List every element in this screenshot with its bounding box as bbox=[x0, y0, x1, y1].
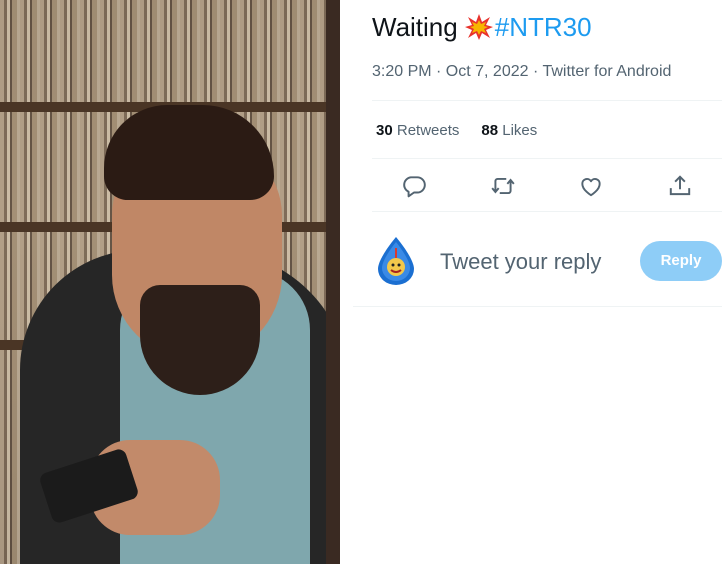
tweet-stats: 30 Retweets 88 Likes bbox=[376, 121, 537, 141]
likes-label: Likes bbox=[502, 122, 538, 139]
avatar-icon[interactable] bbox=[374, 236, 418, 286]
divider bbox=[372, 100, 722, 101]
share-icon[interactable] bbox=[667, 173, 693, 199]
tweet-detail-panel: Waiting #NTR30 3:20 PM · Oct 7, 2022 · Tw… bbox=[353, 0, 722, 564]
heart-icon[interactable] bbox=[578, 173, 604, 199]
retweets-label: Retweets bbox=[396, 122, 460, 139]
divider bbox=[353, 306, 722, 307]
collision-burst-icon bbox=[464, 13, 494, 41]
likes-stat[interactable]: 88 Likes bbox=[481, 122, 537, 139]
tweet-meta: 3:20 PM · Oct 7, 2022 · Twitter for Andr… bbox=[372, 63, 672, 80]
retweets-count: 30 bbox=[376, 122, 393, 139]
tweet-text-prefix: Waiting bbox=[372, 12, 458, 42]
tweet-text: Waiting #NTR30 bbox=[372, 11, 592, 43]
reply-icon[interactable] bbox=[401, 173, 427, 199]
hashtag-link[interactable]: #NTR30 bbox=[495, 12, 592, 42]
tweet-actions bbox=[372, 166, 722, 206]
likes-count: 88 bbox=[481, 122, 499, 139]
tweet-photo[interactable] bbox=[0, 0, 340, 564]
retweets-stat[interactable]: 30 Retweets bbox=[376, 122, 459, 139]
photo-edge bbox=[326, 0, 340, 564]
divider bbox=[372, 211, 722, 212]
retweet-icon[interactable] bbox=[490, 173, 516, 199]
reply-button[interactable]: Reply bbox=[640, 241, 722, 281]
divider bbox=[372, 158, 722, 159]
reply-input[interactable]: Tweet your reply bbox=[440, 246, 635, 278]
